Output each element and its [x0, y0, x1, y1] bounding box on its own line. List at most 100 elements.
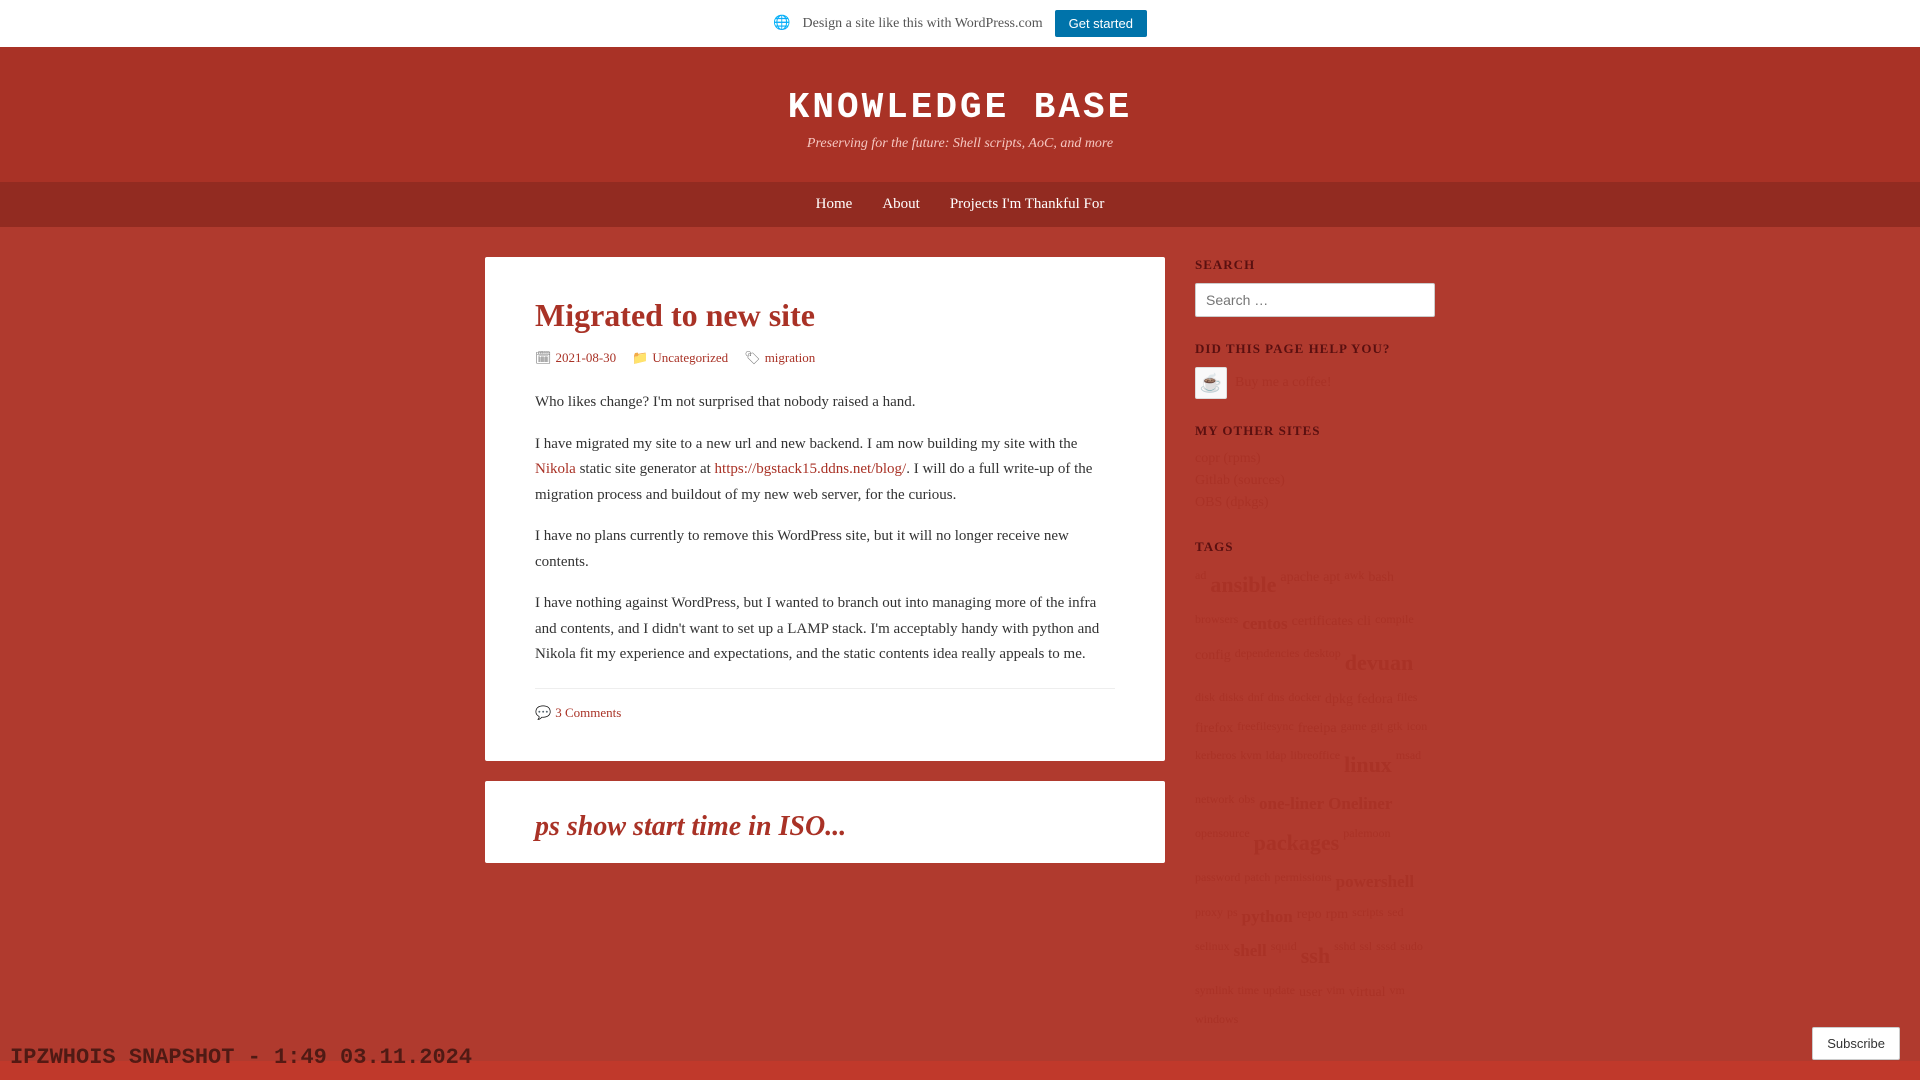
tag-sudo-link[interactable]: sudo	[1400, 936, 1423, 976]
banner-text: Design a site like this with WordPress.c…	[803, 16, 1043, 32]
tag-apt-link[interactable]: apt	[1323, 565, 1340, 605]
tag-devuan-link[interactable]: devuan	[1345, 643, 1413, 683]
tag-sshd-link[interactable]: sshd	[1334, 936, 1355, 976]
tag-selinux-link[interactable]: selinux	[1195, 936, 1230, 976]
gitlab-link[interactable]: Gitlab (sources)	[1195, 473, 1285, 488]
tag-symlink-link[interactable]: symlink	[1195, 980, 1234, 1005]
list-item: copr (rpms)	[1195, 449, 1435, 467]
coffee-link[interactable]: ☕ Buy me a coffee!	[1195, 367, 1435, 399]
tag-permissions-link[interactable]: permissions	[1274, 867, 1331, 898]
blog-url-link[interactable]: https://bgstack15.ddns.net/blog/	[715, 461, 907, 477]
nav-projects[interactable]: Projects I'm Thankful For	[950, 196, 1105, 213]
tag-shell-link[interactable]: shell	[1234, 936, 1267, 976]
tag-scripts-link[interactable]: scripts	[1352, 902, 1383, 933]
tag-user-link[interactable]: user	[1299, 980, 1322, 1005]
search-heading: SEARCH	[1195, 257, 1435, 273]
tag-ssh-link[interactable]: ssh	[1301, 936, 1330, 976]
tag-disks-link[interactable]: disks	[1219, 687, 1244, 712]
wp-logo-icon: 🌐	[773, 15, 790, 32]
tag-freefilesync-link[interactable]: freefilesync	[1237, 716, 1294, 741]
tag-one-liner-link[interactable]: one-liner	[1259, 789, 1324, 820]
post-paragraph-4: I have nothing against WordPress, but I …	[535, 591, 1115, 668]
tag-windows-link[interactable]: windows	[1195, 1009, 1238, 1031]
nikola-link[interactable]: Nikola	[535, 461, 576, 477]
tag-linux-link[interactable]: linux	[1344, 745, 1392, 785]
tag-dns-link[interactable]: dns	[1268, 687, 1285, 712]
tag-dependencies-link[interactable]: dependencies	[1235, 643, 1300, 683]
tag-network-link[interactable]: network	[1195, 789, 1234, 820]
tag-ad-link[interactable]: ad	[1195, 565, 1206, 605]
tag-python-link[interactable]: python	[1242, 902, 1293, 933]
tag-cli-link[interactable]: cli	[1357, 609, 1371, 640]
post-date-link[interactable]: 2021-08-30	[556, 350, 617, 366]
tag-kvm-link[interactable]: kvm	[1240, 745, 1261, 785]
tag-ps-link[interactable]: ps	[1227, 902, 1238, 933]
tag-desktop-link[interactable]: desktop	[1303, 643, 1340, 683]
tag-sssd-link[interactable]: sssd	[1376, 936, 1396, 976]
tag-packages-link[interactable]: packages	[1254, 823, 1340, 863]
tag-icon-link[interactable]: icon	[1407, 716, 1428, 741]
tag-palemoon-link[interactable]: palemoon	[1343, 823, 1390, 863]
tag-patch-link[interactable]: patch	[1244, 867, 1270, 898]
tag-proxy-link[interactable]: proxy	[1195, 902, 1223, 933]
tag-libreoffice-link[interactable]: libreoffice	[1290, 745, 1340, 785]
tag-firefox-link[interactable]: firefox	[1195, 716, 1233, 741]
wp-banner: 🌐 Design a site like this with WordPress…	[0, 0, 1920, 47]
tag-virtual-link[interactable]: virtual	[1349, 980, 1386, 1005]
tag-dnf-link[interactable]: dnf	[1248, 687, 1264, 712]
subscribe-button[interactable]: Subscribe	[1812, 1027, 1900, 1060]
post-tag-link[interactable]: migration	[765, 350, 816, 366]
tag-config-link[interactable]: config	[1195, 643, 1231, 683]
sidebar-other-sites-section: MY OTHER SITES copr (rpms) Gitlab (sourc…	[1195, 423, 1435, 515]
tag-msad-link[interactable]: msad	[1396, 745, 1421, 785]
tag-freeipa-link[interactable]: freeipa	[1298, 716, 1337, 741]
tag-squid-link[interactable]: squid	[1271, 936, 1297, 976]
tag-vm-link[interactable]: vm	[1390, 980, 1405, 1005]
tag-vim-link[interactable]: vim	[1326, 980, 1345, 1005]
nav-home[interactable]: Home	[816, 196, 853, 213]
search-input[interactable]	[1195, 283, 1435, 317]
tag-time-link[interactable]: time	[1238, 980, 1259, 1005]
post-category-meta: 📁 Uncategorized	[632, 350, 728, 366]
tag-awk-link[interactable]: awk	[1344, 565, 1364, 605]
other-sites-list: copr (rpms) Gitlab (sources) OBS (dpkgs)	[1195, 449, 1435, 511]
tag-disk-link[interactable]: disk	[1195, 687, 1215, 712]
tag-bash-link[interactable]: bash	[1368, 565, 1394, 605]
comments-link[interactable]: 💬 3 Comments	[535, 705, 1115, 721]
tag-ldap-link[interactable]: ldap	[1266, 745, 1287, 785]
tag-fedora-link[interactable]: fedora	[1357, 687, 1393, 712]
tag-kerberos-link[interactable]: kerberos	[1195, 745, 1236, 785]
sidebar-search-section: SEARCH	[1195, 257, 1435, 317]
content-area: Migrated to new site 🗓 2021-08-30 📁 Unca…	[485, 257, 1165, 1031]
tag-rpm-link[interactable]: rpm	[1326, 902, 1349, 933]
tag-powershell-link[interactable]: powershell	[1336, 867, 1414, 898]
post-category-link[interactable]: Uncategorized	[652, 350, 728, 366]
site-header: KNOWLEDGE BASE Preserving for the future…	[0, 47, 1920, 182]
tag-update-link[interactable]: update	[1263, 980, 1295, 1005]
tag-docker-link[interactable]: docker	[1288, 687, 1321, 712]
coffee-heading: DID THIS PAGE HELP YOU?	[1195, 341, 1435, 357]
nav-about[interactable]: About	[882, 196, 920, 213]
tag-dpkg-link[interactable]: dpkg	[1325, 687, 1353, 712]
copr-link[interactable]: copr (rpms)	[1195, 451, 1261, 466]
tag-browsers-link[interactable]: browsers	[1195, 609, 1238, 640]
tag-opensource-link[interactable]: opensource	[1195, 823, 1250, 863]
tag-repo-link[interactable]: repo	[1297, 902, 1322, 933]
tag-git-link[interactable]: git	[1371, 716, 1384, 741]
tag-oneliner-link[interactable]: Oneliner	[1328, 789, 1392, 820]
tag-centos-link[interactable]: centos	[1242, 609, 1287, 640]
tag-apache-link[interactable]: apache	[1280, 565, 1319, 605]
tag-game-link[interactable]: game	[1341, 716, 1367, 741]
sidebar-tags-section: TAGS ad ansible apache apt awk bash brow…	[1195, 539, 1435, 1031]
get-started-button[interactable]: Get started	[1055, 10, 1147, 37]
tag-compile-link[interactable]: compile	[1375, 609, 1414, 640]
tag-password-link[interactable]: password	[1195, 867, 1240, 898]
obs-link[interactable]: OBS (dpkgs)	[1195, 495, 1269, 510]
tag-obs-link[interactable]: obs	[1238, 789, 1255, 820]
tag-certificates-link[interactable]: certificates	[1292, 609, 1353, 640]
tag-ansible-link[interactable]: ansible	[1210, 565, 1276, 605]
tag-files-link[interactable]: files	[1397, 687, 1418, 712]
tag-gtk-link[interactable]: gtk	[1387, 716, 1402, 741]
tag-sed-link[interactable]: sed	[1388, 902, 1404, 933]
tag-ssl-link[interactable]: ssl	[1359, 936, 1372, 976]
